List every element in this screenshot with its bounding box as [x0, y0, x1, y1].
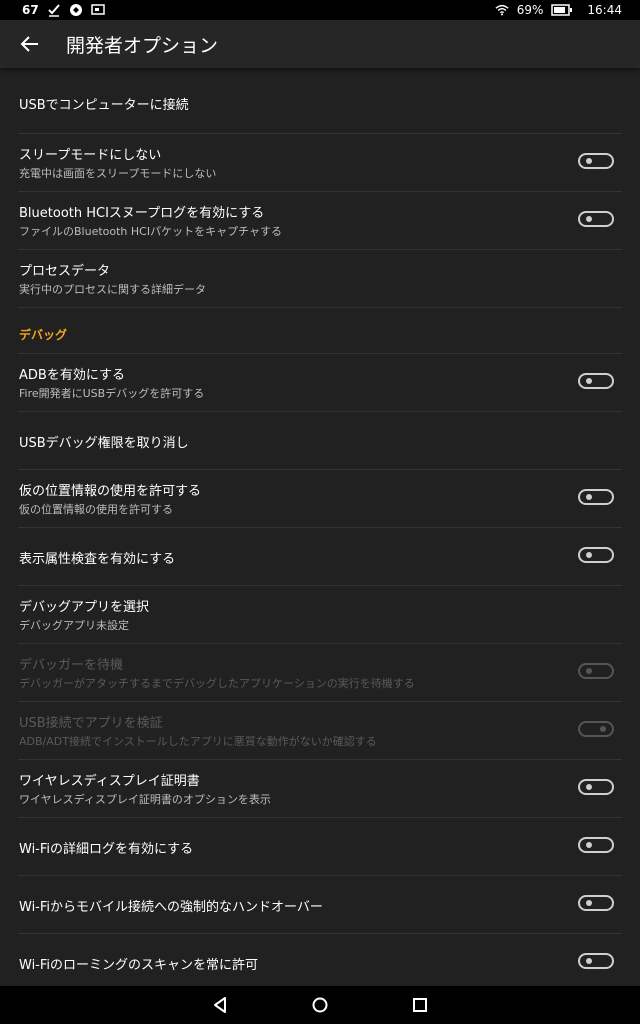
battery-icon [551, 4, 573, 16]
wireless-display-toggle[interactable] [578, 779, 614, 795]
row-subtitle: ADB/ADT接続でインストールしたアプリに悪質な動作がないか確認する [19, 735, 377, 748]
settings-row-wait-for-debugger: デバッガーを待機 デバッガーがアタッチするまでデバッグしたアプリケーションの実行… [0, 644, 640, 702]
settings-row-verify-apps-usb: USB接続でアプリを検証 ADB/ADT接続でインストールしたアプリに悪質な動作… [0, 702, 640, 760]
status-bar: 67 69% 16:44 [0, 0, 640, 20]
row-subtitle: ファイルのBluetooth HCIパケットをキャプチャする [19, 225, 282, 238]
home-circle-icon[interactable] [309, 994, 331, 1016]
row-title: 表示属性検査を有効にする [19, 552, 176, 567]
row-title: Bluetooth HCIスヌープログを有効にする [19, 206, 265, 221]
view-attribute-toggle[interactable] [578, 547, 614, 563]
row-title: 仮の位置情報の使用を許可する [19, 484, 202, 499]
row-title: スリープモードにしない [19, 148, 162, 163]
notification-count: 67 [22, 3, 39, 17]
clock: 16:44 [587, 3, 622, 17]
battery-percent: 69% [516, 3, 544, 17]
row-subtitle: デバッグアプリ未設定 [19, 619, 129, 632]
settings-row-wifi-verbose-log[interactable]: Wi-Fiの詳細ログを有効にする [0, 818, 640, 876]
wifi-roaming-toggle[interactable] [578, 953, 614, 969]
settings-row-usb-connect[interactable]: USBでコンピューターに接続 [0, 74, 640, 134]
settings-row-adb[interactable]: ADBを有効にする Fire開発者にUSBデバッグを許可する [0, 354, 640, 412]
row-subtitle: 実行中のプロセスに関する詳細データ [19, 283, 206, 296]
row-title: Wi-Fiの詳細ログを有効にする [19, 842, 194, 857]
stay-awake-toggle[interactable] [578, 153, 614, 169]
adb-toggle[interactable] [578, 373, 614, 389]
settings-row-bt-hci-snoop[interactable]: Bluetooth HCIスヌープログを有効にする ファイルのBluetooth… [0, 192, 640, 250]
page-title: 開発者オプション [66, 34, 219, 57]
section-debug: デバッグ [0, 308, 640, 354]
section-header: デバッグ [19, 328, 68, 342]
row-title: デバッグアプリを選択 [19, 600, 150, 615]
settings-row-view-attribute-inspection[interactable]: 表示属性検査を有効にする [0, 528, 640, 586]
bt-hci-snoop-toggle[interactable] [578, 211, 614, 227]
circle-app-icon [69, 3, 83, 17]
settings-row-mock-location[interactable]: 仮の位置情報の使用を許可する 仮の位置情報の使用を許可する [0, 470, 640, 528]
settings-row-process-stats[interactable]: プロセスデータ 実行中のプロセスに関する詳細データ [0, 250, 640, 308]
settings-row-revoke-usb-debug[interactable]: USBデバッグ権限を取り消し [0, 412, 640, 470]
verify-apps-toggle [578, 721, 614, 737]
row-subtitle: ワイヤレスディスプレイ証明書のオプションを表示 [19, 793, 271, 806]
back-triangle-icon[interactable] [209, 994, 231, 1016]
row-title: デバッガーを待機 [19, 658, 124, 673]
row-subtitle: デバッガーがアタッチするまでデバッグしたアプリケーションの実行を待機する [19, 677, 415, 690]
settings-row-stay-awake[interactable]: スリープモードにしない 充電中は画面をスリープモードにしない [0, 134, 640, 192]
row-title: USBデバッグ権限を取り消し [19, 436, 189, 451]
row-title: ワイヤレスディスプレイ証明書 [19, 774, 200, 789]
wifi-verbose-toggle[interactable] [578, 837, 614, 853]
wait-for-debugger-toggle [578, 663, 614, 679]
settings-row-wifi-handover[interactable]: Wi-Fiからモバイル接続への強制的なハンドオーバー [0, 876, 640, 934]
wifi-icon [495, 3, 509, 17]
mock-location-toggle[interactable] [578, 489, 614, 505]
row-title: ADBを有効にする [19, 368, 125, 383]
app-bar: 開発者オプション [0, 20, 640, 68]
recents-square-icon[interactable] [409, 994, 431, 1016]
row-subtitle: 仮の位置情報の使用を許可する [19, 503, 173, 516]
row-title: Wi-Fiのローミングのスキャンを常に許可 [19, 958, 259, 973]
row-title: プロセスデータ [19, 264, 111, 279]
settings-row-select-debug-app[interactable]: デバッグアプリを選択 デバッグアプリ未設定 [0, 586, 640, 644]
row-title: Wi-Fiからモバイル接続への強制的なハンドオーバー [19, 900, 323, 915]
row-title: USBでコンピューターに接続 [19, 98, 189, 113]
check-icon [47, 3, 61, 17]
settings-row-wireless-display-cert[interactable]: ワイヤレスディスプレイ証明書 ワイヤレスディスプレイ証明書のオプションを表示 [0, 760, 640, 818]
row-subtitle: Fire開発者にUSBデバッグを許可する [19, 387, 205, 400]
settings-row-wifi-roaming-scan[interactable]: Wi-Fiのローミングのスキャンを常に許可 [0, 934, 640, 986]
row-subtitle: 充電中は画面をスリープモードにしない [19, 167, 217, 180]
row-title: USB接続でアプリを検証 [19, 716, 163, 731]
back-arrow-icon[interactable] [16, 30, 44, 58]
wifi-handover-toggle[interactable] [578, 895, 614, 911]
navigation-bar [0, 986, 640, 1024]
screen-icon [90, 3, 105, 17]
